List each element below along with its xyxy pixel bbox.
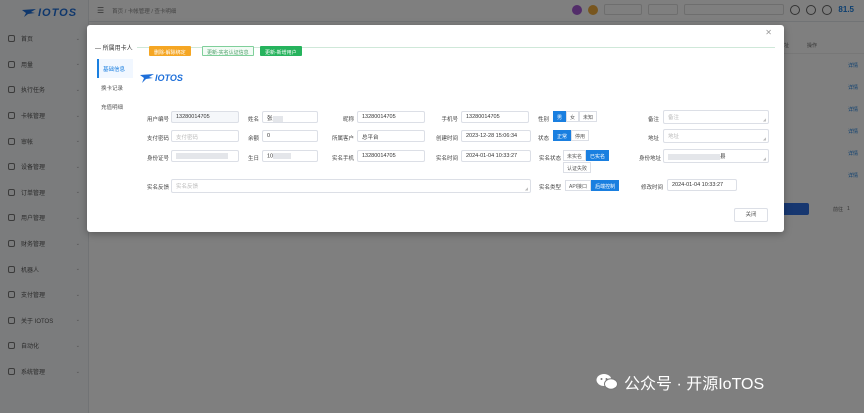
nickname-field[interactable]: 13280014705: [357, 111, 425, 123]
rn-type-option[interactable]: API接口: [565, 180, 592, 191]
rn-feedback-textarea[interactable]: 实名反馈 ◢: [171, 179, 531, 193]
add-user-button[interactable]: 更新-新增用户: [260, 46, 302, 56]
gender-option[interactable]: 男: [553, 111, 567, 122]
tab-recharge-details[interactable]: 充值明细: [97, 97, 133, 116]
rn-feedback-label: 实名反馈: [146, 185, 169, 191]
birthday-field[interactable]: 10: [262, 150, 318, 162]
rn-time-field[interactable]: 2024-01-04 10:33:27: [461, 150, 531, 162]
modified-time-label: 修改时间: [640, 185, 663, 191]
tab-basic-info[interactable]: 基础信息: [97, 59, 133, 78]
id-card-label: 身份证号: [146, 156, 169, 162]
detail-tabs: 基础信息 换卡记录 充值明细: [97, 59, 133, 116]
id-address-textarea[interactable]: 县 ◢: [663, 149, 769, 163]
group-title: — 所属用卡人: [95, 43, 137, 52]
rn-type-radio-group: API接口 后端控制: [565, 180, 620, 191]
dialog-logo: IOTOS: [140, 73, 183, 83]
gender-option[interactable]: 女: [566, 111, 580, 122]
created-time-field[interactable]: 2023-12-28 15:06:34: [461, 130, 531, 142]
rn-status-radio-group-row2: 认证失败: [563, 162, 592, 173]
rn-status-option[interactable]: 未实名: [563, 150, 587, 161]
close-button[interactable]: 关闭: [734, 208, 768, 222]
user-detail-dialog: ✕ — 所属用卡人 删除-解除绑定 更新-实名认证信息 更新-新增用户 基础信息…: [87, 25, 784, 232]
nickname-label: 昵称: [342, 117, 354, 123]
rn-status-label: 实名状态: [538, 156, 561, 162]
rn-phone-label: 实名手机: [331, 156, 354, 162]
logo-text: IOTOS: [155, 73, 183, 83]
phone-label: 手机号: [441, 117, 458, 123]
address-label: 地址: [647, 136, 659, 142]
resize-handle-icon[interactable]: ◢: [763, 156, 766, 161]
balance-field[interactable]: 0: [262, 130, 318, 142]
pay-password-label: 支付密码: [146, 136, 169, 142]
redacted-block: [176, 153, 228, 159]
user-id-label: 用户编号: [146, 117, 169, 123]
redacted-block: [272, 115, 283, 122]
status-radio-group: 正常 停用: [553, 130, 590, 141]
resize-handle-icon[interactable]: ◢: [525, 186, 528, 191]
name-label: 姓名: [247, 117, 259, 123]
watermark-text: 公众号 · 开源IoTOS: [624, 376, 765, 393]
address-textarea[interactable]: 地址 ◢: [663, 129, 769, 143]
rn-status-option[interactable]: 已实名: [586, 150, 610, 161]
rn-status-radio-group: 未实名 已实名: [563, 150, 610, 161]
gender-option[interactable]: 未知: [579, 111, 598, 122]
rn-status-option[interactable]: 认证失败: [563, 162, 592, 173]
rn-type-option[interactable]: 后端控制: [591, 180, 620, 191]
rn-type-label: 实名类型: [538, 185, 561, 191]
redacted-block: [668, 153, 720, 160]
rn-phone-field[interactable]: 13280014705: [357, 150, 425, 162]
user-id-field[interactable]: 13280014705: [171, 111, 239, 123]
pay-password-field[interactable]: 支付密码: [171, 130, 239, 142]
resize-handle-icon[interactable]: ◢: [763, 136, 766, 141]
gender-radio-group: 男 女 未知: [553, 111, 598, 122]
watermark: 公众号 · 开源IoTOS: [596, 370, 764, 394]
status-option[interactable]: 正常: [553, 130, 572, 141]
status-option[interactable]: 停用: [571, 130, 590, 141]
group-divider: [95, 47, 775, 48]
resize-handle-icon[interactable]: ◢: [763, 117, 766, 122]
balance-label: 余额: [247, 136, 259, 142]
unbind-button[interactable]: 删除-解除绑定: [149, 46, 191, 56]
gender-label: 性别: [537, 117, 549, 123]
created-time-label: 创建时间: [435, 136, 458, 142]
status-label: 状态: [537, 136, 549, 142]
name-field[interactable]: 张: [262, 111, 318, 123]
remark-label: 备注: [647, 117, 659, 123]
wechat-icon: [596, 374, 618, 390]
close-icon[interactable]: ✕: [765, 28, 772, 37]
phone-field[interactable]: 13280014705: [461, 111, 529, 123]
id-address-label: 身份地址: [638, 156, 661, 162]
remark-textarea[interactable]: 备注 ◢: [663, 110, 769, 124]
update-verification-button[interactable]: 更新-实名认证信息: [202, 46, 254, 56]
logo-bird-icon: [140, 73, 154, 83]
redacted-block: [273, 153, 292, 159]
customer-label: 所属客户: [331, 136, 354, 142]
birthday-label: 生日: [247, 156, 259, 162]
tab-card-change-records[interactable]: 换卡记录: [97, 78, 133, 97]
id-card-field[interactable]: [171, 150, 239, 162]
rn-time-label: 实名时间: [435, 156, 458, 162]
customer-field[interactable]: 总平台: [357, 130, 425, 142]
modified-time-field[interactable]: 2024-01-04 10:33:27: [667, 179, 737, 191]
